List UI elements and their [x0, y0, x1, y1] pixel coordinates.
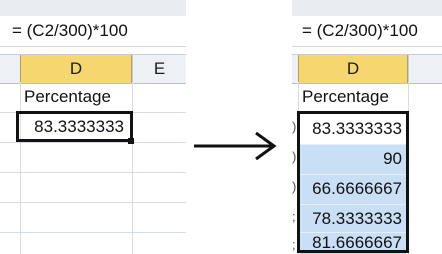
row-edge-mark: ;	[292, 237, 296, 252]
column-header-row: D	[292, 54, 442, 84]
row-edge-mark: ;	[292, 209, 296, 224]
gridline	[0, 232, 186, 233]
formula-bar[interactable]: = (C2/300)*100	[292, 16, 442, 47]
ribbon-edge	[0, 0, 186, 17]
row-edge-mark: )	[292, 149, 297, 164]
row-edge-mark: )	[292, 179, 297, 194]
gridline	[0, 142, 186, 143]
gridline	[0, 172, 186, 173]
column-header-row: D E	[0, 54, 186, 84]
right-arrow-icon	[194, 131, 277, 161]
fill-handle[interactable]	[128, 138, 134, 144]
column-header-e[interactable]: E	[132, 55, 186, 83]
active-cell-border	[16, 111, 133, 142]
before-spreadsheet: = (C2/300)*100 D E Percentage 83.3333333	[0, 0, 186, 254]
column-header-e[interactable]	[408, 55, 442, 83]
formula-text: = (C2/300)*100	[12, 21, 128, 40]
formula-bar[interactable]: = (C2/300)*100	[0, 16, 186, 47]
column-header-d[interactable]: D	[20, 55, 132, 83]
row-edge-mark: )	[292, 119, 297, 134]
gridline	[132, 82, 133, 254]
after-spreadsheet: = (C2/300)*100 D ) ) ) ; ; Percentage 83…	[292, 0, 442, 254]
formula-text: = (C2/300)*100	[302, 21, 418, 40]
cell-d1[interactable]: Percentage	[298, 82, 408, 112]
ribbon-edge	[292, 0, 442, 17]
selected-range-border	[297, 111, 409, 253]
column-header-d[interactable]: D	[298, 55, 408, 83]
cell-d1[interactable]: Percentage	[20, 82, 132, 112]
gridline	[0, 202, 186, 203]
